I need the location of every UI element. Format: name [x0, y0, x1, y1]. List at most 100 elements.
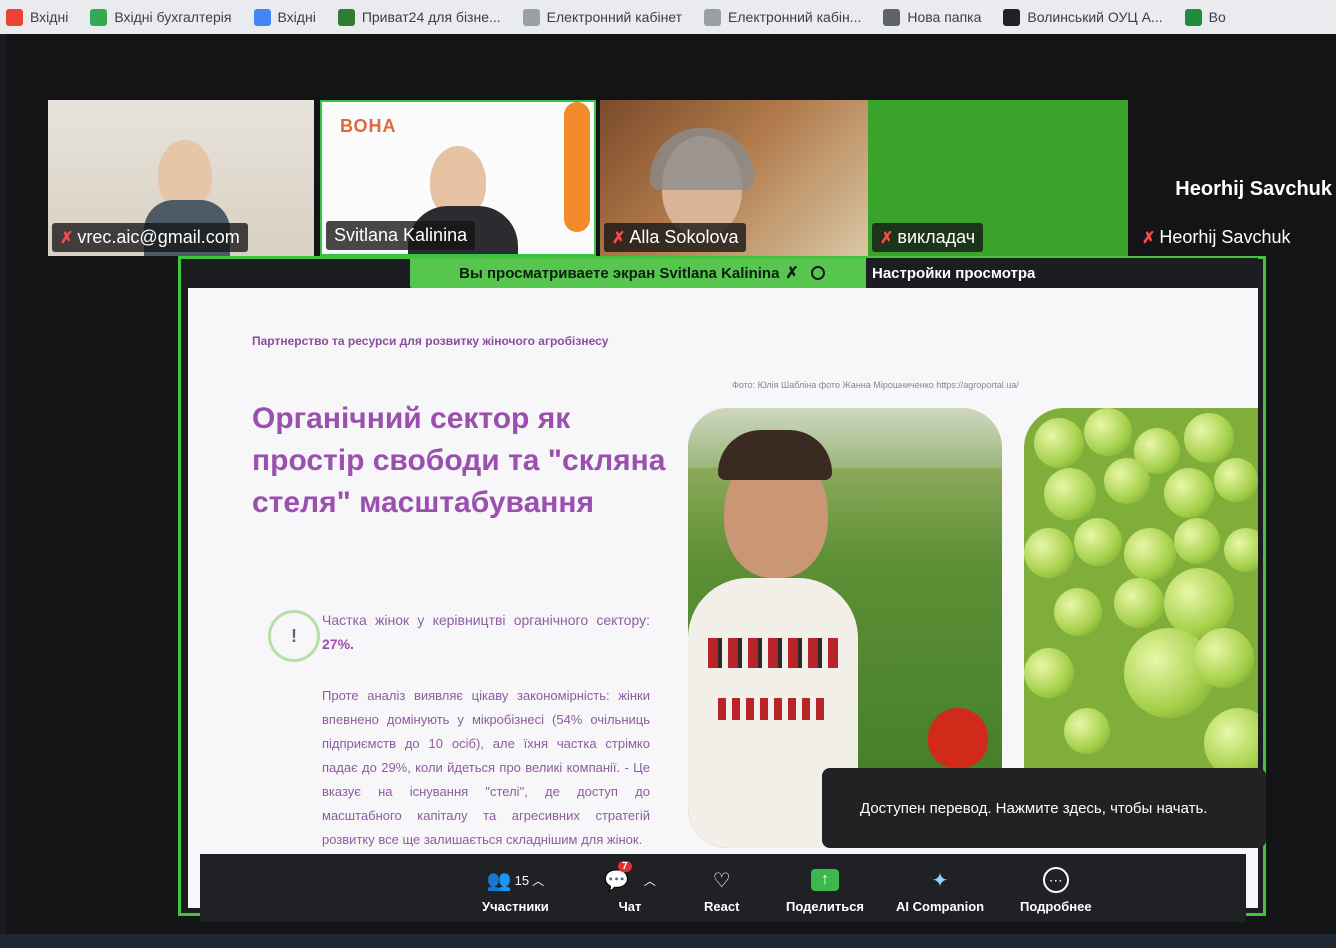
- share-screen-button[interactable]: ↑ Поделиться: [786, 867, 864, 914]
- exclamation-icon: !: [268, 610, 320, 662]
- bookmark-item[interactable]: Волинський ОУЦ А...: [1003, 8, 1163, 26]
- bookmark-item[interactable]: Вхідні: [6, 8, 69, 26]
- bookmark-favicon-icon: [1003, 8, 1021, 26]
- bookmark-item[interactable]: Вхідні: [253, 8, 316, 26]
- bookmark-item[interactable]: Во: [1184, 8, 1226, 26]
- bookmark-label: Електронний кабін...: [728, 9, 862, 25]
- ai-companion-button[interactable]: ✦ AI Companion: [896, 867, 985, 915]
- bookmark-favicon-icon: [6, 8, 23, 26]
- bookmark-label: Вхідні: [277, 9, 316, 25]
- video-tile-vrec[interactable]: ✗ vrec.aic@gmail.com: [48, 100, 314, 256]
- bookmark-favicon-icon: [90, 8, 108, 26]
- video-tile-alla[interactable]: ✗ Alla Sokolova: [600, 100, 868, 256]
- mic-muted-icon: ✗: [880, 229, 894, 247]
- stat-text: Частка жінок у керівництві органічного с…: [322, 612, 650, 652]
- slide-subtitle: Партнерство та ресурси для розвитку жіно…: [252, 334, 609, 348]
- bookmark-item[interactable]: Вхідні бухгалтерія: [90, 8, 232, 26]
- apple: [1054, 588, 1102, 636]
- apple: [1124, 528, 1176, 580]
- video-tile-vykladach[interactable]: ✗ викладач: [868, 100, 1128, 256]
- apple: [1024, 648, 1074, 698]
- ai-companion-label: AI Companion: [896, 899, 985, 914]
- decor-shape: [564, 102, 590, 232]
- meeting-toolbar: 👥 15 ︿ Участники 💬 7 ︿ Чат ♡ React ↑ Поделит…: [200, 854, 1246, 922]
- bookmark-item[interactable]: Електронний кабінет: [522, 8, 683, 26]
- translation-tooltip[interactable]: Доступен перевод. Нажмите здесь, чтобы н…: [822, 768, 1266, 848]
- video-tile-svitlana[interactable]: ВОНА Svitlana Kalinina: [320, 100, 596, 256]
- status-circle-icon: [810, 266, 825, 280]
- apple: [1174, 518, 1220, 564]
- stat-value: 27%.: [322, 636, 354, 652]
- vona-logo: ВОНА: [340, 116, 397, 136]
- bookmark-label: Нова папка: [907, 9, 982, 25]
- chat-button[interactable]: 💬 7 ︿ Чат: [604, 861, 656, 914]
- screen-share-banner: Вы просматриваете экран Svitlana Kalinin…: [410, 258, 874, 288]
- apple: [1024, 528, 1074, 578]
- bookmark-favicon-icon: [1184, 8, 1202, 26]
- zoom-meeting-window: ✗ vrec.aic@gmail.com ВОНА Svitlana Kalini…: [6, 34, 1336, 934]
- bookmark-favicon-icon: [337, 8, 355, 26]
- apple: [1044, 468, 1096, 520]
- chat-label: Чат: [618, 899, 642, 914]
- participant-name-tag: ✗ Alla Sokolova: [604, 223, 747, 252]
- chevron-up-icon: ︿: [643, 873, 656, 888]
- chat-badge: 7: [618, 861, 632, 872]
- participant-name-tag: Svitlana Kalinina: [326, 221, 476, 250]
- view-settings-button[interactable]: Настройки просмотра: [866, 258, 1258, 288]
- apple: [1114, 578, 1164, 628]
- bookmark-label: Волинський ОУЦ А...: [1027, 9, 1163, 25]
- slide-headline: Органічний сектор як простір свободи та …: [252, 402, 666, 519]
- participant-name-tag: ✗ викладач: [872, 223, 984, 252]
- red-pepper: [928, 708, 988, 768]
- bookmark-label: Вхідні бухгалтерія: [114, 9, 232, 25]
- apple: [1184, 413, 1234, 463]
- bookmarks-bar: Вхідні Вхідні бухгалтерія Вхідні Приват24 д…: [0, 0, 1336, 34]
- os-taskbar: [0, 934, 1336, 948]
- participants-button[interactable]: 👥 15 ︿ Участники: [482, 867, 549, 915]
- embroidery-pattern: [718, 698, 828, 720]
- bookmark-item[interactable]: Електронний кабін...: [704, 8, 862, 26]
- mic-muted-icon: ✗: [612, 229, 626, 247]
- bookmark-item[interactable]: Приват24 для бізне...: [337, 8, 501, 26]
- more-dots-icon: ⋯: [1042, 867, 1069, 893]
- participant-hair: [650, 128, 754, 190]
- bookmark-item[interactable]: Нова папка: [883, 8, 982, 26]
- participants-count: 15: [514, 872, 530, 888]
- apple: [1164, 468, 1214, 518]
- video-tile-heorhij[interactable]: Heorhij Savchuk ✗ Heorhij Savchuk: [1130, 100, 1336, 256]
- apple: [1034, 418, 1084, 468]
- people-icon: 👥: [486, 869, 512, 892]
- bookmark-favicon-icon: [253, 8, 271, 26]
- more-button[interactable]: ⋯ Подробнее: [1020, 867, 1092, 914]
- photo-credit: Фото: Юлія Шабліна фото Жанна Мірошничен…: [732, 380, 1019, 390]
- bookmark-label: Во: [1208, 9, 1226, 25]
- apple: [1214, 458, 1258, 502]
- slide-paragraph: Проте аналіз виявляє цікаву закономірніс…: [322, 688, 650, 847]
- share-label: Поделиться: [786, 899, 865, 914]
- more-label: Подробнее: [1020, 899, 1092, 914]
- bookmark-favicon-icon: [522, 8, 540, 26]
- mic-muted-icon: ✗: [1142, 229, 1156, 247]
- share-arrow-icon: ↑: [811, 869, 840, 891]
- apple: [1074, 518, 1122, 566]
- react-label: React: [704, 899, 740, 914]
- participant-name-tag: ✗ Heorhij Savchuk: [1142, 227, 1291, 247]
- bookmark-favicon-icon: [704, 8, 722, 26]
- bookmark-favicon-icon: [883, 8, 901, 26]
- participants-label: Участники: [482, 899, 549, 914]
- participant-name-tag: ✗ vrec.aic@gmail.com: [52, 223, 248, 252]
- sparkle-icon: ✦: [931, 869, 949, 892]
- react-button[interactable]: ♡ React: [704, 867, 740, 915]
- mic-muted-icon: ✗: [60, 229, 74, 247]
- mic-muted-icon: ✗: [785, 265, 799, 282]
- bookmark-label: Вхідні: [30, 9, 69, 25]
- bookmark-label: Електронний кабінет: [546, 9, 683, 25]
- apple: [1224, 528, 1258, 572]
- chevron-up-icon: ︿: [532, 873, 545, 888]
- apple: [1084, 408, 1132, 456]
- embroidery-pattern: [708, 638, 838, 668]
- apple: [1064, 708, 1110, 754]
- heart-icon: ♡: [712, 869, 731, 892]
- participant-display-name: Heorhij Savchuk: [1175, 178, 1332, 200]
- bookmark-label: Приват24 для бізне...: [361, 9, 501, 25]
